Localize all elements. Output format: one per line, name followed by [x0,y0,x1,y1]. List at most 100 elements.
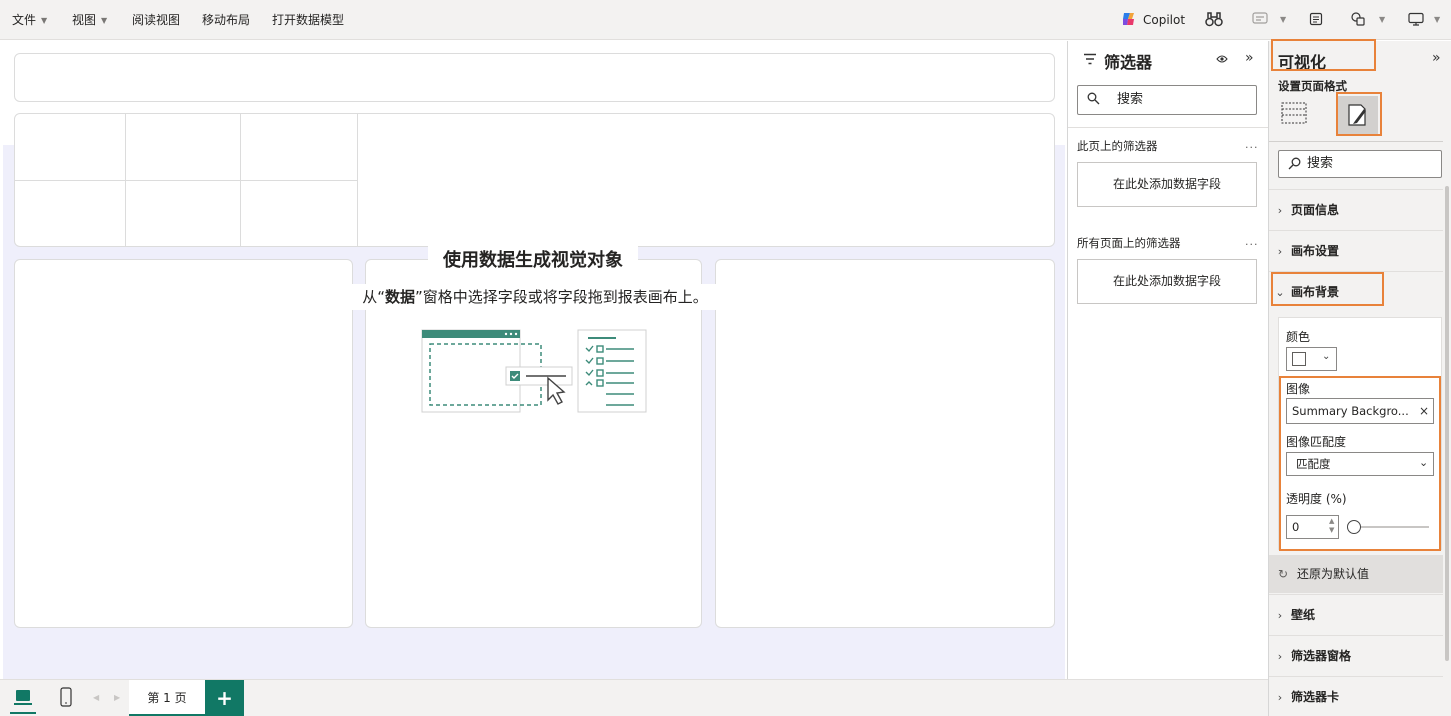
prev-page-icon[interactable]: ◀ [93,680,99,716]
comment-icon[interactable] [1252,0,1268,40]
notes-icon[interactable] [1309,0,1323,40]
search-icon [1288,157,1301,170]
visualizations-pane: 可视化 » 设置页面格式 搜索 › 页面信息 › 画布设置 ⌄ 画布背景 颜色 ⌄ 图… [1268,39,1451,716]
chevron-right-icon: › [1277,650,1283,663]
image-fit-select[interactable]: 匹配度 ⌄ [1286,452,1434,476]
image-fit-label: 图像匹配度 [1286,435,1347,449]
image-value: Summary Backgro... [1292,404,1409,418]
collapse-viz-icon[interactable]: » [1432,50,1441,66]
card-grid-placeholder[interactable] [14,113,1055,247]
section-page-info[interactable]: › 页面信息 [1269,189,1443,229]
reset-default-button[interactable]: ↻ 还原为默认值 [1269,555,1443,593]
divider [1269,141,1443,142]
transparency-value: 0 [1292,520,1300,534]
search-icon [1087,92,1100,105]
menu-file[interactable]: 文件 ▼ [12,0,47,40]
divider [15,180,357,181]
chevron-down-icon: ⌄ [1322,351,1331,362]
binoculars-icon[interactable] [1205,0,1223,40]
highlight-box [1271,272,1384,306]
chevron-right-icon: › [1277,204,1283,217]
filters-search-input[interactable]: 搜索 [1077,85,1257,115]
viz-search-placeholder: 搜索 [1307,156,1334,171]
transparency-input[interactable]: 0 ▲ ▼ [1286,515,1339,539]
spinner-icon[interactable]: ▲ ▼ [1329,517,1334,535]
section-canvas-settings[interactable]: › 画布设置 [1269,230,1443,270]
section-wallpaper-label: 壁纸 [1291,608,1316,622]
next-page-icon[interactable]: ▶ [114,680,120,716]
chevron-right-icon: › [1277,245,1283,258]
filters-pane: 筛选器 » 搜索 此页上的筛选器 ... 在此处添加数据字段 所有页面上的筛选器… [1067,41,1268,679]
filter-icon [1084,53,1096,65]
page-tab-1[interactable]: 第 1 页 [129,680,205,716]
top-menu-bar: 文件 ▼ 视图 ▼ 阅读视图 移动布局 打开数据模型 Copilot ▼ ▼ ▼ [0,0,1451,40]
eye-icon[interactable] [1216,55,1228,63]
empty-state-title: 使用数据生成视觉对象 [428,246,638,276]
chevron-down-icon: ▼ [101,16,108,25]
mobile-icon[interactable] [60,687,72,707]
menu-open-data-model[interactable]: 打开数据模型 [272,0,344,40]
divider [1068,127,1268,128]
section-page-info-label: 页面信息 [1291,203,1340,217]
chevron-down-icon: ▼ [41,16,48,25]
chevron-down-icon: ⌄ [1419,456,1429,469]
menu-view-label: 视图 [72,13,97,27]
section-filter-pane[interactable]: › 筛选器窗格 [1269,635,1443,675]
section-canvas-settings-label: 画布设置 [1291,244,1340,258]
viz-search-input[interactable]: 搜索 [1278,150,1442,178]
color-picker[interactable]: ⌄ [1286,347,1337,371]
menu-mobile-layout[interactable]: 移动布局 [202,0,250,40]
build-visual-icon[interactable] [1281,101,1307,125]
section-filter-pane-label: 筛选器窗格 [1291,649,1352,663]
clear-icon[interactable]: × [1419,399,1429,423]
this-page-filters-label: 此页上的筛选器 [1077,139,1158,153]
chevron-down-icon[interactable]: ▼ [1434,0,1440,40]
chevron-down-icon[interactable]: ▼ [1280,0,1286,40]
copilot-button[interactable]: Copilot [1121,0,1185,40]
empty-sub-bold: 数据 [384,288,415,306]
highlight-box [1271,39,1376,71]
empty-state-subtitle: 从“数据”窗格中选择字段或将字段拖到报表画布上。 [340,284,730,310]
present-icon[interactable] [1408,0,1424,40]
reset-label: 还原为默认值 [1297,567,1370,581]
visual-placeholder-right[interactable] [715,259,1055,628]
slider-thumb[interactable] [1347,520,1361,534]
copilot-label: Copilot [1143,13,1186,27]
section-filter-card[interactable]: › 筛选器卡 [1269,676,1443,716]
empty-sub-post: ”窗格中选择字段或将字段拖到报表画布上。 [415,288,708,306]
divider [357,114,358,246]
add-page-button[interactable]: + [205,680,244,716]
menu-file-label: 文件 [12,13,37,27]
visual-placeholder-left[interactable] [14,259,353,628]
add-field-dropzone-all-pages[interactable]: 在此处添加数据字段 [1077,259,1257,304]
collapse-filters-icon[interactable]: » [1245,50,1254,66]
empty-sub-pre: 从“ [362,288,385,306]
desktop-layout-button[interactable] [10,686,36,714]
menu-view[interactable]: 视图 ▼ [72,0,107,40]
chevron-right-icon: › [1277,691,1283,704]
section-filter-card-label: 筛选器卡 [1291,690,1340,704]
title-placeholder[interactable] [14,53,1055,102]
shapes-icon[interactable] [1350,0,1366,40]
section-wallpaper[interactable]: › 壁纸 [1269,594,1443,634]
filters-title: 筛选器 [1104,53,1153,72]
visual-placeholder-middle[interactable] [365,259,702,628]
menu-reading-view[interactable]: 阅读视图 [132,0,180,40]
scrollbar[interactable] [1445,186,1449,661]
transparency-slider[interactable] [1347,518,1429,536]
desktop-icon [14,690,32,705]
empty-state-illustration [421,329,647,413]
reset-icon: ↻ [1277,567,1289,581]
filters-search-placeholder: 搜索 [1117,92,1144,107]
color-label: 颜色 [1286,330,1311,344]
page-tabs-bar: ◀ ▶ 第 1 页 + [0,679,1268,716]
highlight-box [1336,92,1382,136]
image-field[interactable]: Summary Backgro... × [1286,398,1434,424]
chevron-down-icon[interactable]: ▼ [1379,0,1385,40]
add-field-dropzone-this-page[interactable]: 在此处添加数据字段 [1077,162,1257,207]
all-pages-filters-label: 所有页面上的筛选器 [1077,236,1181,250]
color-swatch [1292,352,1306,366]
more-options-icon[interactable]: ... [1245,235,1259,248]
image-label: 图像 [1286,382,1311,396]
more-options-icon[interactable]: ... [1245,138,1259,151]
